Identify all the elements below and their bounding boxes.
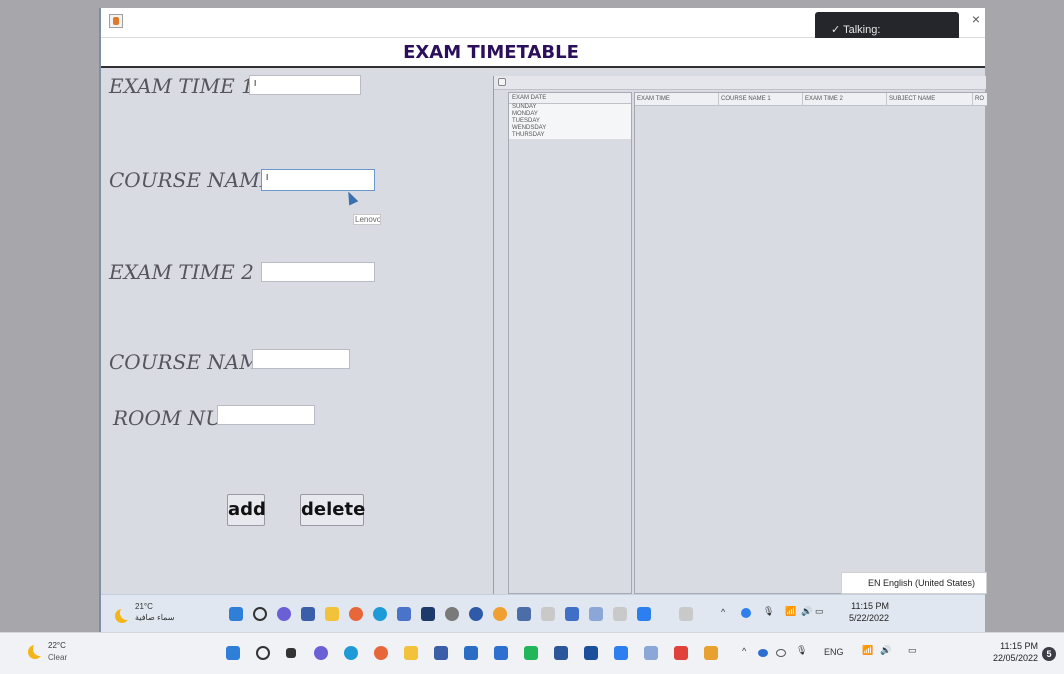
inner-taskbar: 21°C سماء صافية ^ 🎙 📶 🔊 ▭ 11:15 PM 5/22/… [101,594,985,632]
course-name-2-input[interactable] [252,349,350,369]
zoom-tray-icon[interactable] [741,608,751,618]
table-row[interactable]: SUNDAY [509,104,631,111]
tray-chevron-up-icon[interactable]: ^ [721,607,725,617]
column-header-exam-time-2[interactable]: EXAM TIME 2 [803,93,887,106]
zoom-icon[interactable] [637,607,651,621]
store-icon[interactable] [301,607,315,621]
store-icon[interactable] [434,646,448,660]
exam-time-2-label: EXAM TIME 2 [109,260,254,284]
windows-start-icon[interactable] [229,607,243,621]
weather-moon-icon [28,642,47,659]
weather-temperature: 21°C [135,602,153,611]
edge-icon[interactable] [344,646,358,660]
weather-moon-icon [115,606,134,623]
java-icon[interactable] [541,607,555,621]
mouse-cursor-icon [343,189,359,206]
browser-icon[interactable] [469,607,483,621]
weather-description: Clear [48,653,68,662]
chevron-down-icon: ✓ [831,24,841,36]
firefox-icon[interactable] [374,646,388,660]
talking-label: Talking: [843,24,881,36]
exam-date-header[interactable]: EXAM DATE [509,93,631,104]
java-app-icon [109,14,123,28]
mail-icon[interactable] [464,646,478,660]
search-icon[interactable] [253,607,267,621]
column-header-course-name-1[interactable]: COURSE NAME 1 [719,93,803,106]
edge-icon[interactable] [373,607,387,621]
exam-time-2-input[interactable] [261,262,375,282]
cloud-icon[interactable] [776,649,786,657]
virtualbox-icon[interactable] [565,607,579,621]
onedrive-icon[interactable] [758,649,768,657]
column-header-room[interactable]: RO [973,93,987,106]
exam-date-table: EXAM DATE SUNDAY MONDAY TUESDAY WENDSDAY… [508,92,632,594]
outer-taskbar: 22°C Clear ^ 🎙 ENG 📶 🔊 ▭ 11:15 PM 22/05/… [0,632,1064,674]
inner-clock-time[interactable]: 11:15 PM [841,601,889,612]
outer-clock-date[interactable]: 22/05/2022 [976,653,1038,664]
table-panel: EXAM DATE SUNDAY MONDAY TUESDAY WENDSDAY… [493,76,987,594]
netbeans-icon[interactable] [421,607,435,621]
task-view-icon[interactable] [286,648,296,658]
column-header-exam-time[interactable]: EXAM TIME [635,93,719,106]
weather-temperature: 22°C [48,641,66,650]
exam-time-1-input[interactable]: I [249,75,361,95]
table-row[interactable]: TUESDAY [509,118,631,125]
teams-icon[interactable] [314,646,328,660]
photos-icon[interactable] [584,646,598,660]
spotify-icon[interactable] [524,646,538,660]
wifi-icon[interactable]: 📶 [785,606,796,617]
page-title: EXAM TIMETABLE [403,42,579,63]
notification-badge[interactable]: 5 [1042,647,1056,661]
table-row[interactable]: MONDAY [509,111,631,118]
monitor-icon[interactable] [494,646,508,660]
file-explorer-icon[interactable] [325,607,339,621]
java-icon[interactable] [679,607,693,621]
table-row[interactable]: THURSDAY [509,132,631,139]
app-icon[interactable] [397,607,411,621]
delete-button[interactable]: delete [300,494,365,526]
language-bar[interactable]: EN English (United States) [841,572,987,594]
exam-time-1-label: EXAM TIME 1 [109,74,254,98]
firefox-icon[interactable] [349,607,363,621]
timetable-table: EXAM TIME COURSE NAME 1 EXAM TIME 2 SUBJ… [634,92,987,594]
battery-icon[interactable]: ▭ [908,645,917,656]
snipping-tool-icon[interactable] [704,646,718,660]
zoom-icon[interactable] [614,646,628,660]
table-row[interactable]: WENDSDAY [509,125,631,132]
outer-clock-time[interactable]: 11:15 PM [980,641,1038,652]
volume-icon[interactable]: 🔊 [880,645,891,656]
teams-icon[interactable] [277,607,291,621]
captured-screen: × ✓ Talking: EXAM TIMETABLE EXAM TIME 1 … [99,8,987,632]
inner-clock-date[interactable]: 5/22/2022 [841,613,889,624]
file-explorer-icon[interactable] [404,646,418,660]
panel-header [494,76,986,90]
volume-icon[interactable]: 🔊 [801,606,812,617]
windows-start-icon[interactable] [226,646,240,660]
chrome-canary-icon[interactable] [493,607,507,621]
weather-description: سماء صافية [135,613,175,622]
word-icon[interactable] [554,646,568,660]
microphone-icon[interactable]: 🎙 [796,645,807,656]
column-header-subject-name[interactable]: SUBJECT NAME [887,93,973,106]
language-indicator[interactable]: ENG [824,647,844,657]
search-icon[interactable] [256,646,270,660]
wifi-icon[interactable]: 📶 [862,645,873,656]
tray-chevron-up-icon[interactable]: ^ [742,646,746,656]
notepad-icon[interactable] [589,607,603,621]
notepad-icon[interactable] [644,646,658,660]
db-icon[interactable] [517,607,531,621]
battery-icon[interactable]: ▭ [815,606,824,617]
tooltip: Lenovo [353,214,381,225]
close-icon[interactable]: × [969,12,983,26]
course-name-1-input[interactable]: I [261,169,375,191]
anydesk-icon[interactable] [674,646,688,660]
microphone-icon[interactable]: 🎙 [763,606,774,617]
room-num-input[interactable] [217,405,315,425]
timetable-header: EXAM TIME COURSE NAME 1 EXAM TIME 2 SUBJ… [635,93,987,106]
add-button[interactable]: add [227,494,266,526]
panel-collapse-icon[interactable] [498,78,506,86]
settings-icon[interactable] [445,607,459,621]
java-icon[interactable] [613,607,627,621]
